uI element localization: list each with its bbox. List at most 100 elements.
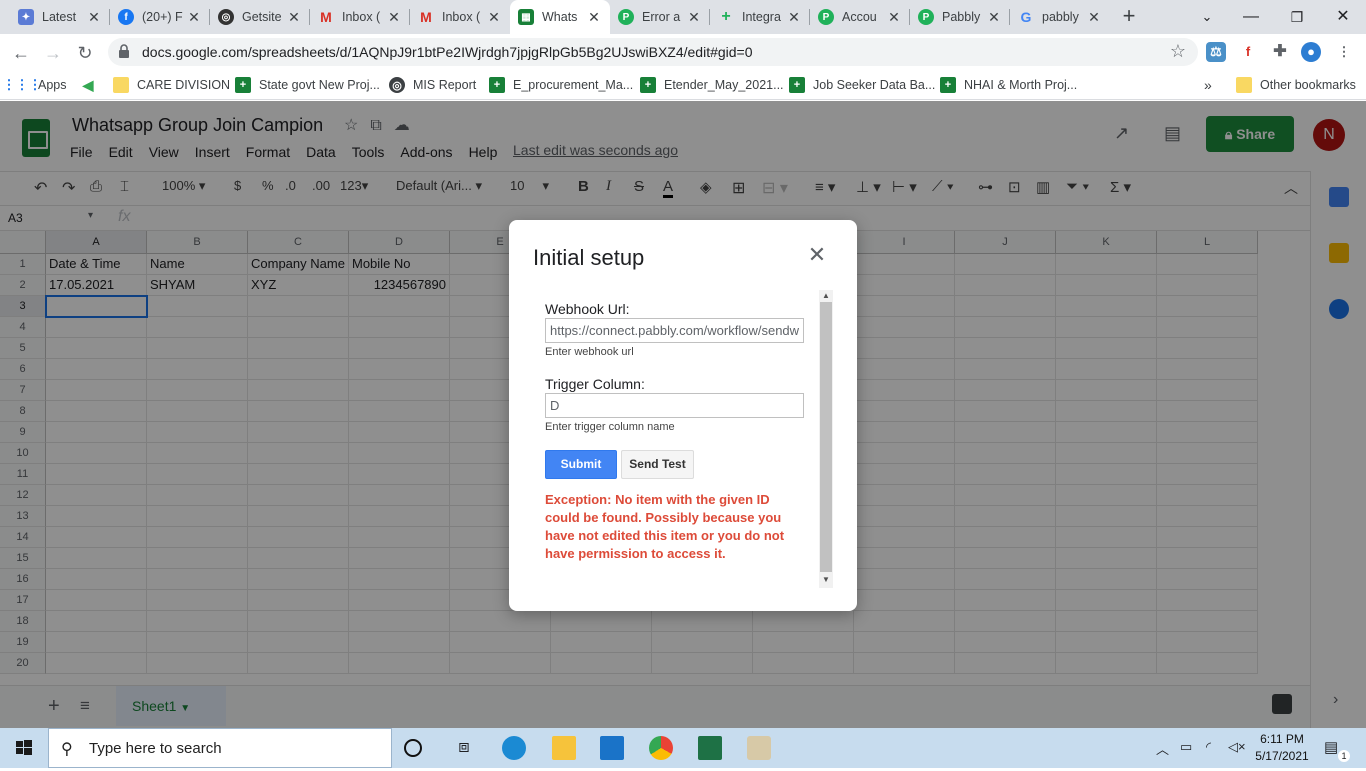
apps-grid-icon: ⋮⋮⋮ (2, 77, 42, 92)
close-window-icon[interactable]: ✕ (1320, 0, 1366, 34)
task-view-icon[interactable]: ⧈ (452, 736, 476, 760)
close-tab-icon[interactable]: ✕ (886, 9, 902, 26)
trigger-column-label: Trigger Column: (545, 376, 645, 392)
forward-icon[interactable]: → (40, 40, 66, 66)
bookmark-item[interactable]: + Job Seeker Data Ba... (789, 76, 935, 94)
tab-title: pabbly (1042, 10, 1079, 24)
sheets-icon: + (640, 77, 656, 93)
trigger-column-hint: Enter trigger column name (545, 421, 675, 433)
google-icon: G (1020, 9, 1032, 25)
trigger-column-input[interactable]: D (545, 393, 804, 418)
url-text: docs.google.com/spreadsheets/d/1AQNpJ9r1… (142, 44, 753, 60)
bookmark-item[interactable]: + Etender_May_2021... (640, 76, 784, 94)
tab-title: Integra (742, 10, 781, 24)
browser-tab[interactable]: M Inbox ( ✕ (310, 0, 410, 34)
close-tab-icon[interactable]: ✕ (1086, 9, 1102, 26)
bookmark-label: E_procurement_Ma... (513, 78, 634, 92)
more-bookmarks-button[interactable]: » (1204, 76, 1212, 94)
chrome-menu-icon[interactable]: ⋮ (1334, 42, 1354, 62)
volume-icon[interactable]: ◁× (1228, 739, 1246, 755)
scrollbar-thumb[interactable] (820, 302, 832, 572)
file-explorer-icon[interactable] (552, 736, 576, 760)
new-tab-button[interactable]: + (1116, 4, 1142, 30)
arrow-icon: ◀ (82, 76, 94, 93)
scroll-up-icon[interactable]: ▲ (819, 290, 833, 302)
minimize-icon[interactable]: — (1228, 0, 1274, 34)
foxit-extension-icon[interactable]: f (1238, 42, 1258, 62)
close-tab-icon[interactable]: ✕ (86, 9, 102, 26)
clock-date: 5/17/2021 (1255, 749, 1309, 763)
notifications-icon[interactable]: ▤ (1324, 738, 1338, 756)
globe-icon: ◎ (389, 77, 405, 93)
bookmark-arrow[interactable]: ◀ (80, 76, 104, 94)
start-button[interactable] (0, 728, 48, 768)
back-icon[interactable]: ← (8, 40, 34, 66)
bookmark-star-icon[interactable]: ☆ (1170, 41, 1186, 62)
bookmark-label: Etender_May_2021... (664, 78, 784, 92)
browser-tab[interactable]: P Pabbly ✕ (910, 0, 1010, 34)
paint-icon[interactable] (747, 736, 771, 760)
close-tab-icon[interactable]: ✕ (586, 9, 602, 26)
address-bar[interactable]: docs.google.com/spreadsheets/d/1AQNpJ9r1… (108, 38, 1198, 66)
bookmark-folder[interactable]: CARE DIVISION (113, 76, 230, 94)
excel-icon[interactable] (698, 736, 722, 760)
bookmark-item[interactable]: + E_procurement_Ma... (489, 76, 633, 94)
close-tab-icon[interactable]: ✕ (386, 9, 402, 26)
close-tab-icon[interactable]: ✕ (786, 9, 802, 26)
notification-badge: 1 (1338, 750, 1350, 762)
windows-logo-icon (16, 740, 32, 755)
browser-tab[interactable]: G pabbly ✕ (1010, 0, 1110, 34)
browser-tab[interactable]: ✦ Latest ✕ (10, 0, 110, 34)
restore-icon[interactable]: ❐ (1274, 0, 1320, 34)
profile-icon[interactable]: ● (1301, 42, 1321, 62)
tab-title: Whats (542, 10, 578, 24)
extension-icon[interactable]: ⚖ (1206, 42, 1226, 62)
tab-title: Getsite (242, 10, 282, 24)
mail-icon[interactable] (600, 736, 624, 760)
bookmark-item[interactable]: + State govt New Proj... (235, 76, 380, 94)
dialog-body: Webhook Url: https://connect.pabbly.com/… (509, 220, 857, 611)
bookmark-item[interactable]: ◎ MIS Report (389, 76, 476, 94)
browser-tab[interactable]: P Error a ✕ (610, 0, 710, 34)
close-tab-icon[interactable]: ✕ (486, 9, 502, 26)
browser-tab[interactable]: f (20+) F ✕ (110, 0, 210, 34)
bookmark-label: MIS Report (413, 78, 477, 92)
show-hidden-icons[interactable]: ︿ (1156, 739, 1169, 758)
gmail-icon: M (420, 9, 432, 25)
bookmark-apps[interactable]: ⋮⋮⋮ Apps (2, 76, 67, 94)
tab-title: Error a (642, 10, 681, 24)
browser-tab[interactable]: P Accou ✕ (810, 0, 910, 34)
browser-tab[interactable]: + Integra ✕ (710, 0, 810, 34)
send-test-button[interactable]: Send Test (621, 450, 694, 479)
bell-icon: ✦ (18, 9, 34, 25)
taskbar-search[interactable]: ⚲ Type here to search (48, 728, 392, 768)
other-bookmarks[interactable]: Other bookmarks (1236, 76, 1356, 94)
close-tab-icon[interactable]: ✕ (286, 9, 302, 26)
browser-tab[interactable]: ◎ Getsite ✕ (210, 0, 310, 34)
edge-icon[interactable] (502, 736, 526, 760)
chrome-icon[interactable] (649, 736, 673, 760)
cortana-icon[interactable] (404, 739, 422, 757)
search-icon: ⚲ (61, 741, 73, 758)
tab-search-icon[interactable]: ⌄ (1184, 0, 1230, 34)
bookmark-item[interactable]: + NHAI & Morth Proj... (940, 76, 1077, 94)
extensions-puzzle-icon[interactable]: ✚ (1270, 42, 1290, 62)
close-tab-icon[interactable]: ✕ (986, 9, 1002, 26)
tab-title: Inbox ( (442, 10, 481, 24)
webhook-url-input[interactable]: https://connect.pabbly.com/workflow/send… (545, 318, 804, 343)
close-tab-icon[interactable]: ✕ (186, 9, 202, 26)
bookmark-label: NHAI & Morth Proj... (964, 78, 1078, 92)
bookmark-label: CARE DIVISION (137, 78, 231, 92)
system-clock[interactable]: 6:11 PM 5/17/2021 (1252, 731, 1312, 765)
close-tab-icon[interactable]: ✕ (686, 9, 702, 26)
submit-button[interactable]: Submit (545, 450, 617, 479)
tab-title: Inbox ( (342, 10, 381, 24)
browser-tab-active[interactable]: ▦ Whats ✕ (510, 0, 610, 34)
battery-icon[interactable]: ▭ (1180, 739, 1192, 755)
browser-tab[interactable]: M Inbox ( ✕ (410, 0, 510, 34)
wifi-icon[interactable]: ◜ (1206, 739, 1211, 755)
scroll-down-icon[interactable]: ▼ (819, 574, 833, 586)
dialog-scrollbar[interactable]: ▲ ▼ (819, 290, 833, 588)
reload-icon[interactable]: ↻ (72, 40, 98, 66)
sheets-icon: + (789, 77, 805, 93)
